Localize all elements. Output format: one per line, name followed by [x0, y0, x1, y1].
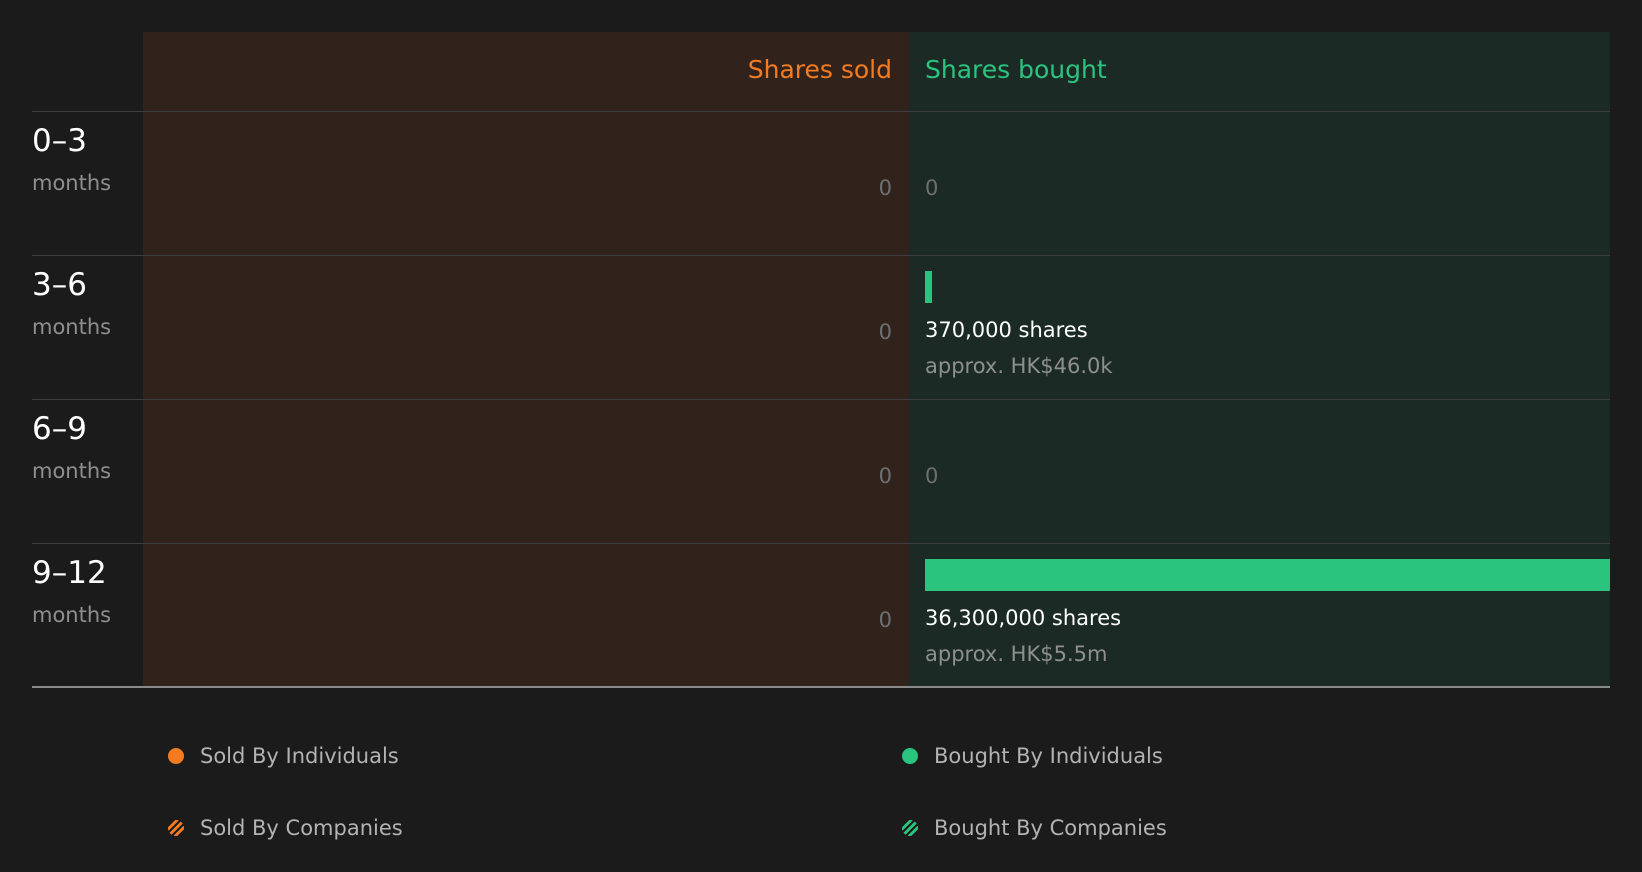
- legend-label: Bought By Individuals: [934, 744, 1163, 768]
- row-range-label: 3–6: [32, 267, 87, 303]
- sold-value: 0: [878, 608, 892, 632]
- row-divider: [32, 399, 1610, 400]
- row-unit-label: months: [32, 315, 112, 339]
- bought-value-label: approx. HK$46.0k: [925, 354, 1113, 378]
- bought-value: 0: [925, 176, 939, 200]
- bought-bar: [925, 271, 932, 303]
- bought-value: 0: [925, 464, 939, 488]
- sold-value: 0: [878, 176, 892, 200]
- row-unit-label: months: [32, 171, 112, 195]
- bought-shares-label: 36,300,000 shares: [925, 606, 1122, 630]
- legend-dot-icon: [168, 748, 184, 764]
- legend-item: Sold By Companies: [168, 815, 403, 841]
- header-divider: [32, 111, 1610, 112]
- row-divider: [32, 255, 1610, 256]
- row-range-label: 9–12: [32, 555, 107, 591]
- sold-column-background: [143, 32, 909, 687]
- row-range-label: 0–3: [32, 123, 87, 159]
- legend-item: Bought By Individuals: [902, 743, 1163, 769]
- bought-column-header: Shares bought: [925, 55, 1107, 84]
- legend-label: Sold By Companies: [200, 816, 403, 840]
- bought-bar: [925, 559, 1610, 591]
- legend-item: Bought By Companies: [902, 815, 1167, 841]
- bought-shares-label: 370,000 shares: [925, 318, 1088, 342]
- sold-value: 0: [878, 464, 892, 488]
- sold-value: 0: [878, 320, 892, 344]
- row-unit-label: months: [32, 459, 112, 483]
- legend-hatched-dot-icon: [902, 820, 918, 836]
- legend-hatched-dot-icon: [168, 820, 184, 836]
- bought-value-label: approx. HK$5.5m: [925, 642, 1108, 666]
- row-unit-label: months: [32, 603, 112, 627]
- legend-label: Bought By Companies: [934, 816, 1167, 840]
- sold-column-header: Shares sold: [747, 55, 892, 84]
- insider-trading-chart: Shares sold Shares bought 0–3 months 0 0 3–6…: [0, 0, 1642, 872]
- row-range-label: 6–9: [32, 411, 87, 447]
- legend-dot-icon: [902, 748, 918, 764]
- legend-item: Sold By Individuals: [168, 743, 399, 769]
- axis-baseline: [32, 686, 1610, 688]
- row-divider: [32, 543, 1610, 544]
- legend-label: Sold By Individuals: [200, 744, 399, 768]
